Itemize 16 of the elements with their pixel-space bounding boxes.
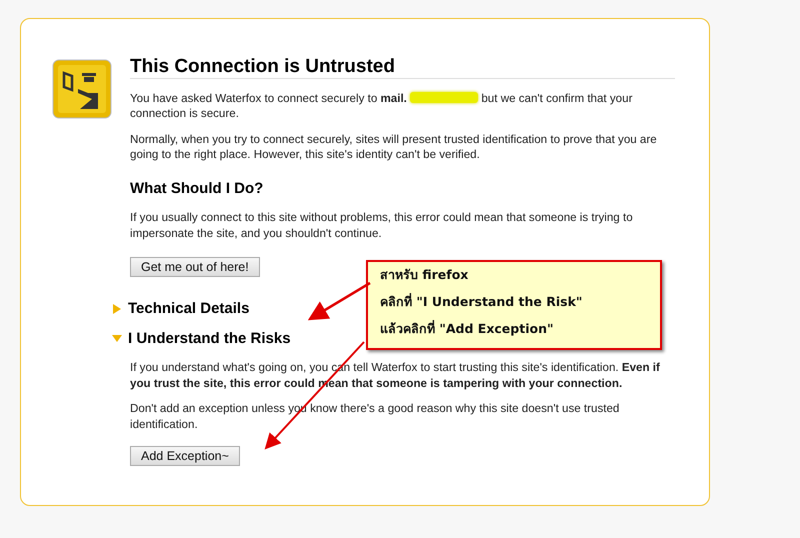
intro-text: You have asked Waterfox to connect securely to mail. but we can't confirm that your connection is secure. [130,90,634,122]
redaction-mark [410,92,478,102]
explanation-text: Normally, when you try to connect securely, sites will present trusted identification to prove that you are going to the right place. However, this site's identity can't be verified. [130,132,658,162]
section-heading: What Should I Do? [130,180,264,196]
advice-text: If you usually connect to this site without problems, this error could mean that someone is trying to impersonate the site, and you shouldn't continue. [130,210,634,241]
callout-text: คลิกที่ "I Understand the Risk" [380,295,584,309]
expanded-triangle-icon[interactable] [112,333,122,344]
section-heading[interactable]: I Understand the Risks [128,330,291,346]
callout-text: สาหรับ firefox [380,268,470,282]
get-me-out-button[interactable]: Get me out of here! [130,257,260,277]
collapsed-triangle-icon[interactable] [112,304,122,314]
callout-text: แล้วคลิกที่ "Add Exception" [380,322,554,336]
page-title: This Connection is Untrusted [130,59,675,78]
section-heading[interactable]: Technical Details [128,301,250,316]
add-exception-button[interactable]: Add Exception~ [130,446,240,466]
identity-icon [52,59,112,119]
